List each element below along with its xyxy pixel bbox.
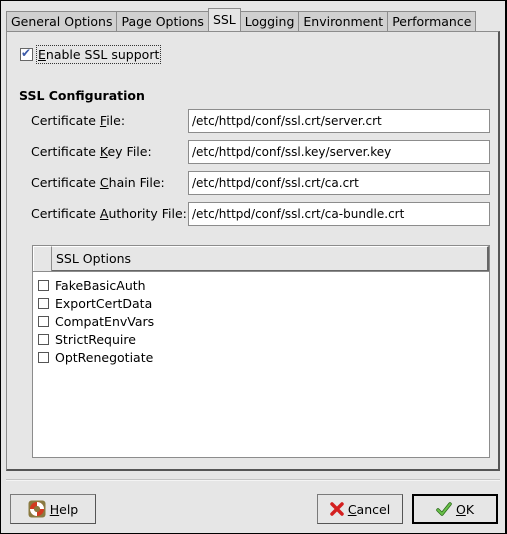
- help-label: Help: [49, 501, 79, 517]
- tab-logging[interactable]: Logging: [239, 11, 300, 31]
- ssl-option-exportcertdata[interactable]: ExportCertData: [33, 294, 489, 312]
- option-checkbox[interactable]: [38, 279, 49, 291]
- ssl-options-column-header[interactable]: SSL Options: [52, 246, 489, 271]
- checkbox-column-header[interactable]: [33, 246, 52, 271]
- red-x-icon: [330, 502, 344, 516]
- ssl-configuration-heading: SSL Configuration: [19, 88, 145, 103]
- button-separator: [6, 479, 500, 481]
- option-checkbox[interactable]: [38, 333, 49, 345]
- certificate-authority-file-input[interactable]: [188, 202, 490, 226]
- help-button[interactable]: Help: [10, 494, 96, 524]
- enable-ssl-checkbox[interactable]: ✔ Enable SSL support: [20, 45, 162, 64]
- green-check-icon: [436, 501, 452, 517]
- lifebuoy-icon: [28, 500, 46, 518]
- option-label: ExportCertData: [55, 295, 153, 311]
- ssl-options-list: SSL Options FakeBasicAuth ExportCertData…: [32, 245, 490, 458]
- option-label: OptRenegotiate: [55, 349, 154, 365]
- ssl-settings-dialog: General Options Page Options SSL Logging…: [1, 1, 506, 533]
- option-label: FakeBasicAuth: [55, 277, 146, 293]
- certificate-chain-file-label: Certificate Chain File:: [31, 175, 165, 190]
- ssl-option-fakebasicauth[interactable]: FakeBasicAuth: [33, 276, 489, 294]
- option-checkbox[interactable]: [38, 351, 49, 363]
- ssl-options-header: SSL Options: [33, 246, 489, 272]
- tab-page-options[interactable]: Page Options: [116, 11, 209, 31]
- certificate-file-row: Certificate File:: [31, 109, 491, 133]
- mnemonic: E: [38, 47, 46, 62]
- ssl-option-strictrequire[interactable]: StrictRequire: [33, 330, 489, 348]
- tab-bar: General Options Page Options SSL Logging…: [6, 8, 477, 31]
- option-checkbox[interactable]: [38, 297, 49, 309]
- certificate-file-input[interactable]: [188, 109, 490, 133]
- enable-ssl-label[interactable]: Enable SSL support: [36, 45, 162, 64]
- label-text: nable SSL support: [45, 47, 160, 62]
- enable-ssl-checkbox-box[interactable]: ✔: [20, 46, 33, 61]
- cancel-button[interactable]: Cancel: [317, 494, 403, 524]
- ssl-tab-panel: ✔ Enable SSL support SSL Configuration C…: [6, 31, 500, 471]
- tab-ssl[interactable]: SSL: [207, 8, 241, 31]
- certificate-key-file-input[interactable]: [188, 140, 490, 164]
- tab-general-options[interactable]: General Options: [6, 11, 118, 31]
- cancel-label: Cancel: [347, 501, 391, 517]
- certificate-key-file-label: Certificate Key File:: [31, 144, 152, 159]
- option-checkbox[interactable]: [38, 315, 49, 327]
- certificate-key-file-row: Certificate Key File:: [31, 140, 491, 164]
- certificate-chain-file-input[interactable]: [188, 171, 490, 195]
- ok-label: OK: [455, 501, 475, 517]
- ssl-option-optrenegotiate[interactable]: OptRenegotiate: [33, 348, 489, 366]
- tab-performance[interactable]: Performance: [387, 11, 477, 31]
- certificate-authority-file-row: Certificate Authority File:: [31, 202, 491, 226]
- option-label: CompatEnvVars: [55, 313, 155, 329]
- ssl-option-compatenvvars[interactable]: CompatEnvVars: [33, 312, 489, 330]
- ssl-options-rows: FakeBasicAuth ExportCertData CompatEnvVa…: [33, 272, 489, 366]
- ok-button[interactable]: OK: [412, 494, 498, 524]
- certificate-chain-file-row: Certificate Chain File:: [31, 171, 491, 195]
- tab-environment[interactable]: Environment: [298, 11, 389, 31]
- checkmark-icon: ✔: [21, 46, 32, 60]
- option-label: StrictRequire: [55, 331, 136, 347]
- certificate-authority-file-label: Certificate Authority File:: [31, 206, 187, 221]
- certificate-file-label: Certificate File:: [31, 113, 126, 128]
